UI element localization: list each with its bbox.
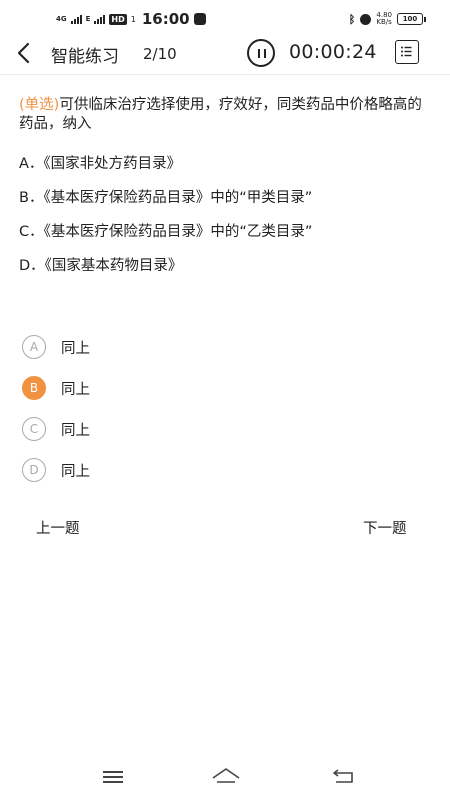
alarm-icon <box>360 13 372 25</box>
header: 智能练习 2/10 00:00:24 <box>0 36 450 74</box>
question-text: (单选)可供临床治疗选择使用，疗效好，同类药品中价格略高的药品，纳入 <box>19 96 434 134</box>
hd-icon: HD <box>109 13 127 25</box>
answer-a-circle[interactable]: A <box>22 335 46 359</box>
menu-icon[interactable] <box>103 771 123 783</box>
answer-c-circle[interactable]: C <box>22 417 46 441</box>
status-time: 16:00 <box>141 10 190 28</box>
answer-c[interactable]: C 同上 <box>22 417 90 441</box>
status-right: ᛒ 4.80 KB/s 100 <box>349 12 426 26</box>
next-question-button[interactable]: 下一题 <box>363 517 407 538</box>
system-nav-bar <box>0 750 450 800</box>
answer-sheet-icon[interactable] <box>395 40 419 64</box>
network-speed: 4.80 KB/s <box>376 12 392 26</box>
prev-question-button[interactable]: 上一题 <box>36 517 80 538</box>
network-label: 4G <box>56 15 67 23</box>
bluetooth-icon: ᛒ <box>348 12 356 26</box>
question-progress: 2/10 <box>143 45 177 63</box>
option-a: A．《国家非处方药目录》 <box>19 156 182 172</box>
option-b: B．《基本医疗保险药品目录》中的“甲类目录” <box>19 190 313 206</box>
option-c: C．《基本医疗保险药品目录》中的“乙类目录” <box>19 224 313 240</box>
battery-icon: 100 <box>397 13 426 25</box>
answer-b[interactable]: B 同上 <box>22 376 90 400</box>
home-icon[interactable] <box>211 766 241 784</box>
status-bar: 4G E HD 1 16:00 ᛒ 4.80 KB/s 100 <box>0 0 450 36</box>
signal-icon <box>70 14 82 24</box>
option-d: D．《国家基本药物目录》 <box>19 258 183 274</box>
back-icon[interactable] <box>14 40 36 66</box>
speed-unit: KB/s <box>376 18 392 26</box>
notification-icon <box>193 13 206 25</box>
question-stem: 可供临床治疗选择使用，疗效好，同类药品中价格略高的药品，纳入 <box>19 97 422 132</box>
answer-d-label: 同上 <box>61 463 90 480</box>
answer-d-circle[interactable]: D <box>22 458 46 482</box>
network2-label: E <box>85 15 91 23</box>
answer-a-label: 同上 <box>61 340 90 357</box>
header-divider <box>0 74 450 75</box>
answer-a[interactable]: A 同上 <box>22 335 90 359</box>
battery-cap <box>424 16 426 22</box>
status-left: 4G E HD 1 16:00 <box>56 10 206 28</box>
signal-icon-2 <box>94 14 106 24</box>
timer: 00:00:24 <box>289 41 377 63</box>
answer-c-label: 同上 <box>61 422 90 439</box>
pause-icon[interactable] <box>247 39 275 67</box>
answer-d[interactable]: D 同上 <box>22 458 90 482</box>
answer-b-label: 同上 <box>61 381 90 398</box>
page-title: 智能练习 <box>51 47 119 67</box>
answer-b-circle[interactable]: B <box>22 376 46 400</box>
question-type: (单选) <box>19 97 60 113</box>
back-icon[interactable] <box>332 767 356 785</box>
battery-level: 100 <box>397 13 423 25</box>
sim-label: 1 <box>130 14 136 24</box>
